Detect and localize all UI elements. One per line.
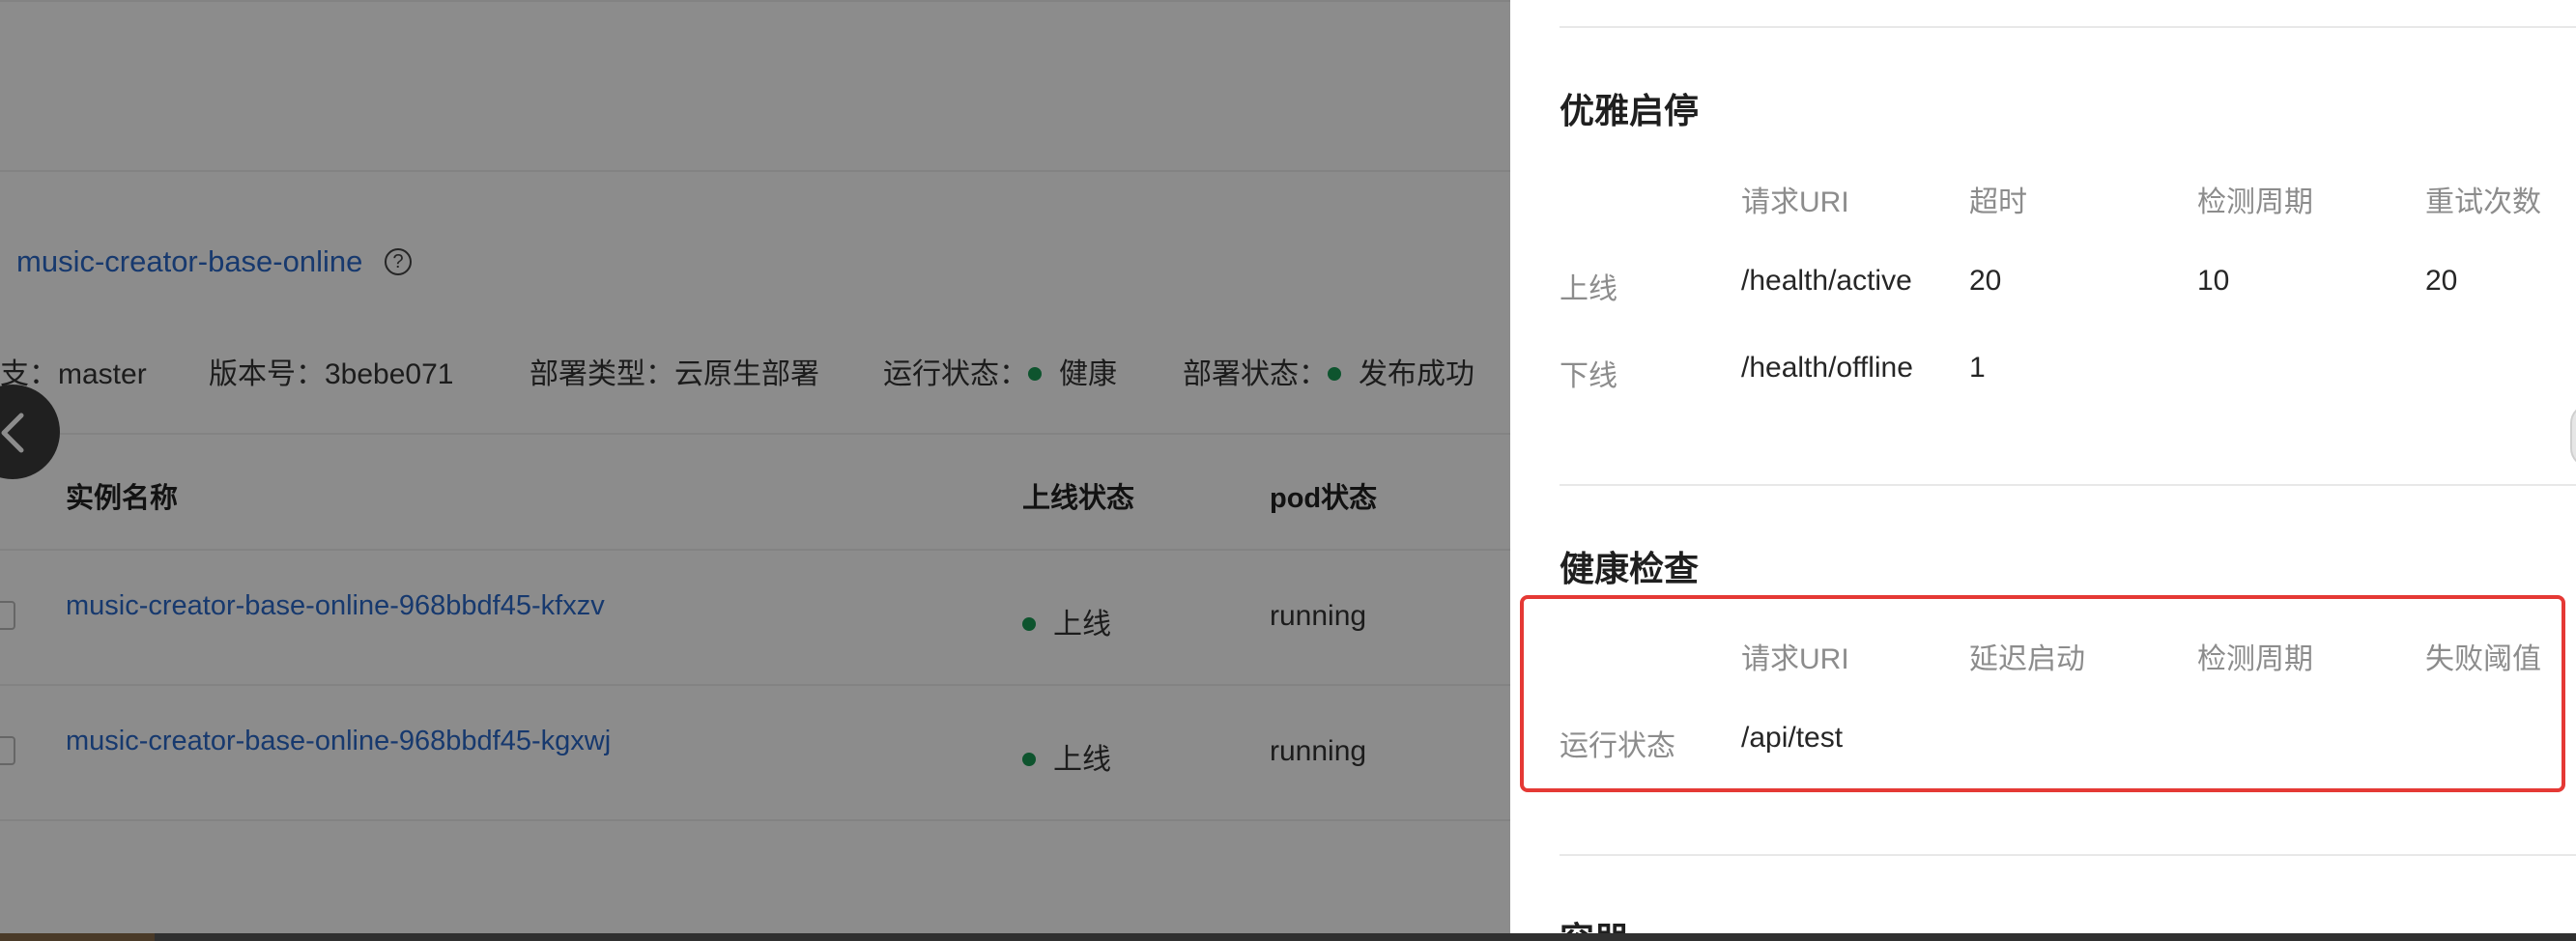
graceful-online-timeout: 20 [1969, 265, 2002, 297]
graceful-header-period: 检测周期 [2197, 186, 2313, 218]
divider [1560, 854, 2576, 856]
online-status-text: 上线 [1053, 744, 1111, 776]
status-dot-icon [1328, 367, 1341, 382]
divider [0, 0, 1510, 2]
divider [0, 684, 1510, 686]
highlight-box [1520, 595, 2565, 792]
online-status-cell: 上线 [1022, 735, 1111, 778]
question-circle-icon[interactable]: ? [385, 248, 412, 275]
previous-button[interactable] [0, 385, 60, 479]
deploy-status-label: 部署状态： [1183, 358, 1328, 390]
graceful-header-timeout: 超时 [1969, 186, 2027, 218]
graceful-offline-timeout: 1 [1969, 352, 1986, 384]
graceful-online-period: 10 [2197, 265, 2230, 297]
deploy-status: 部署状态： 发布成功 [1183, 350, 1474, 392]
divider [0, 433, 1510, 435]
version-text: 版本号：3bebe071 [209, 358, 454, 390]
run-status-value: 健康 [1059, 358, 1117, 390]
detail-drawer: 优雅启停 请求URI 超时 检测周期 重试次数 上线 /health/activ… [1510, 0, 2576, 933]
online-status-text: 上线 [1053, 609, 1111, 641]
health-header-period: 检测周期 [2197, 643, 2313, 675]
divider [0, 549, 1510, 551]
background-page: music-creator-base-online ? 支：master 版本号… [0, 0, 1510, 941]
column-header-pod: pod状态 [1270, 483, 1378, 514]
bottom-strip-accent [0, 933, 155, 941]
pod-status-cell: running [1270, 600, 1367, 632]
health-header-uri: 请求URI [1741, 643, 1849, 675]
graceful-offline-uri: /health/offline [1741, 352, 1913, 384]
deploy-type-text: 部署类型：云原生部署 [530, 358, 819, 390]
column-header-online: 上线状态 [1022, 483, 1135, 514]
divider [1560, 484, 2576, 486]
health-header-delay: 延迟启动 [1969, 643, 2085, 675]
column-header-name: 实例名称 [66, 483, 179, 514]
status-dot-icon [1022, 617, 1036, 632]
instance-link[interactable]: music-creator-base-online-968bbdf45-kfxz… [66, 590, 605, 622]
deploy-status-value: 发布成功 [1359, 358, 1474, 390]
health-header-threshold: 失败阈值 [2425, 643, 2541, 675]
graceful-online-retries: 20 [2425, 265, 2458, 297]
graceful-section-title: 优雅启停 [1560, 91, 1700, 130]
status-dot-icon [1028, 367, 1042, 382]
divider [0, 819, 1510, 821]
screen: music-creator-base-online ? 支：master 版本号… [0, 0, 2576, 941]
graceful-header-uri: 请求URI [1741, 186, 1849, 218]
row-checkbox[interactable] [0, 601, 15, 630]
divider [0, 170, 1510, 172]
run-status: 运行状态： 健康 [883, 350, 1117, 392]
online-status-cell: 上线 [1022, 600, 1111, 642]
chevron-left-icon [1, 413, 24, 453]
row-checkbox[interactable] [0, 736, 15, 765]
graceful-row-label-offline: 下线 [1560, 360, 1617, 392]
health-row-label-running: 运行状态 [1560, 730, 1675, 762]
app-name-link[interactable]: music-creator-base-online [16, 244, 362, 279]
run-status-label: 运行状态： [883, 358, 1028, 390]
divider [1560, 26, 2576, 28]
container-section-title: 容器 [1560, 912, 1629, 933]
graceful-header-retries: 重试次数 [2425, 186, 2541, 218]
graceful-online-uri: /health/active [1741, 265, 1912, 297]
health-running-uri: /api/test [1741, 722, 1844, 754]
bottom-strip [0, 933, 2576, 941]
health-section-title: 健康检查 [1560, 549, 1700, 588]
instance-link[interactable]: music-creator-base-online-968bbdf45-kgxw… [66, 726, 611, 757]
graceful-row-label-online: 上线 [1560, 273, 1617, 305]
pod-status-cell: running [1270, 735, 1367, 767]
status-dot-icon [1022, 753, 1036, 767]
